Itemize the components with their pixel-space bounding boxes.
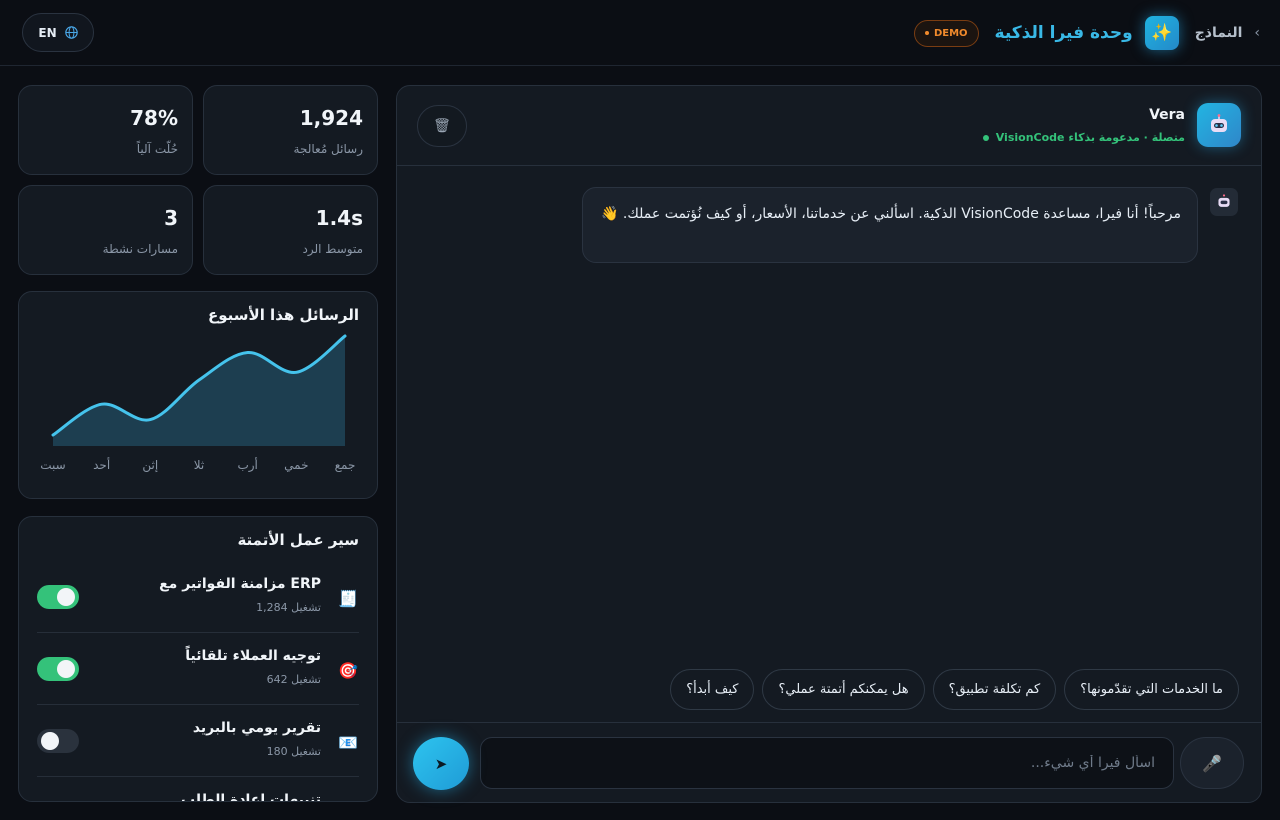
workflow-name: مزامنة الفواتير مع ERP [159, 576, 321, 592]
weekly-messages-chart: سبت أحد إثن ثلا أرب خمي جمع [40, 334, 356, 473]
suggestion-chip[interactable]: كيف أبدأ؟ [670, 669, 755, 710]
stat-value: 78% [130, 106, 178, 130]
trash-icon: 🗑 [433, 118, 451, 134]
bot-message-avatar [1210, 188, 1238, 216]
workflow-runs: 180 تشغيل [266, 745, 321, 758]
stat-value: 3 [164, 206, 178, 230]
chat-header: Vera متصلة · مدعومة بذكاء VisionCode 🗑 [397, 86, 1261, 166]
chart-x-tick-label: أرب [237, 457, 257, 473]
brand: ‹ النماذج ✨ وحدة فيرا الذكية DEMO [913, 14, 1260, 52]
send-icon: ➤ [434, 754, 448, 773]
weekly-messages-chart-card: الرسائل هذا الأسبوع سبت أحد إثن ثلا أرب خمي جم… [18, 291, 378, 499]
chart-area-fill [53, 336, 345, 446]
suggestion-chips: ما الخدمات التي تقدّمونها؟ كم تكلفة تطبي… [670, 669, 1239, 710]
target-icon: 🎯 [338, 660, 358, 680]
workflow-name: توجيه العملاء تلقائياً [185, 648, 321, 664]
workflow-runs: 642 تشغيل [266, 673, 321, 686]
microphone-button[interactable]: 🎤 [1180, 737, 1244, 789]
breadcrumb-models[interactable]: النماذج [1195, 25, 1243, 41]
stat-label: رسائل مُعالجة [293, 142, 363, 156]
chart-x-tick-label: ثلا [194, 458, 205, 472]
demo-badge: DEMO [913, 19, 979, 47]
stat-card-active-flows: 3 مسارات نشطة [18, 185, 193, 275]
chart-title: الرسائل هذا الأسبوع [208, 306, 359, 324]
stat-card-auto-resolved: 78% حُلّت آلياً [18, 85, 193, 175]
clear-chat-button[interactable]: 🗑 [417, 105, 467, 147]
stat-label: متوسط الرد [302, 242, 363, 256]
stat-value: 1.4s [315, 206, 363, 230]
send-button[interactable]: ➤ [413, 737, 469, 790]
chat-composer: 🎤 ➤ [397, 722, 1261, 802]
suggestion-chip[interactable]: كم تكلفة تطبيق؟ [932, 669, 1057, 710]
workflow-toggle[interactable] [37, 585, 79, 609]
chat-panel: Vera متصلة · مدعومة بذكاء VisionCode 🗑 م… [396, 85, 1262, 803]
workflow-toggle[interactable] [37, 657, 79, 681]
language-toggle-button[interactable]: EN [22, 13, 94, 52]
bot-status-text: متصلة · مدعومة بذكاء VisionCode [995, 131, 1185, 144]
globe-icon [64, 26, 78, 39]
bot-name: Vera [1149, 107, 1185, 123]
workflow-list: 🧾 مزامنة الفواتير مع ERP 1,284 تشغيل 🎯 ت… [37, 561, 359, 801]
language-label: EN [38, 25, 57, 40]
robot-icon [1197, 103, 1241, 147]
suggestion-chip[interactable]: هل يمكنكم أتمتة عملي؟ [762, 669, 925, 710]
workflows-title: سير عمل الأتمتة [237, 531, 359, 549]
workflow-item: 📦 تنبيهات إعادة الطلب [37, 777, 359, 801]
bot-status: متصلة · مدعومة بذكاء VisionCode [982, 131, 1185, 144]
toggle-knob [41, 732, 59, 750]
stat-label: مسارات نشطة [102, 242, 178, 256]
workflow-item: 🧾 مزامنة الفواتير مع ERP 1,284 تشغيل [37, 561, 359, 633]
receipt-icon: 🧾 [338, 588, 358, 608]
stat-value: 1,924 [299, 106, 363, 130]
toggle-knob [57, 588, 75, 606]
suggestion-chip[interactable]: ما الخدمات التي تقدّمونها؟ [1064, 669, 1239, 710]
microphone-icon: 🎤 [1202, 753, 1222, 773]
chart-x-tick-label: خمي [284, 458, 308, 472]
stat-card-avg-response: 1.4s متوسط الرد [203, 185, 378, 275]
chart-x-tick-label: جمع [335, 458, 356, 472]
bot-message-bubble: مرحباً! أنا فيرا، مساعدة VisionCode الذك… [582, 187, 1198, 263]
robot-face [1211, 114, 1227, 132]
badge-dot [924, 31, 929, 35]
stat-card-messages: 1,924 رسائل مُعالجة [203, 85, 378, 175]
workflow-item: 📧 تقرير يومي بالبريد 180 تشغيل [37, 705, 359, 777]
workflow-name: تنبيهات إعادة الطلب [180, 792, 321, 801]
top-bar: EN ‹ النماذج ✨ وحدة فيرا الذكية DEMO [0, 0, 1280, 66]
workflow-toggle[interactable] [37, 729, 79, 753]
email-icon: 📧 [338, 732, 358, 752]
workflow-name: تقرير يومي بالبريد [192, 720, 321, 736]
sparkles-icon: ✨ [1144, 16, 1179, 50]
chevron-left-icon[interactable]: ‹ [1254, 25, 1260, 41]
automation-workflows-card: سير عمل الأتمتة 🧾 مزامنة الفواتير مع ERP… [18, 516, 378, 802]
chart-x-tick-label: أحد [93, 457, 110, 472]
chart-x-tick-label: سبت [40, 458, 65, 472]
robot-icon [1218, 194, 1230, 207]
demo-badge-label: DEMO [933, 27, 968, 39]
workflow-runs: 1,284 تشغيل [256, 601, 321, 614]
online-dot [982, 134, 989, 141]
page-title: وحدة فيرا الذكية [994, 23, 1133, 43]
chat-input[interactable] [480, 737, 1174, 789]
workflow-item: 🎯 توجيه العملاء تلقائياً 642 تشغيل [37, 633, 359, 705]
chart-x-tick-label: إثن [142, 458, 158, 473]
toggle-knob [57, 660, 75, 678]
stat-label: حُلّت آلياً [136, 142, 178, 156]
